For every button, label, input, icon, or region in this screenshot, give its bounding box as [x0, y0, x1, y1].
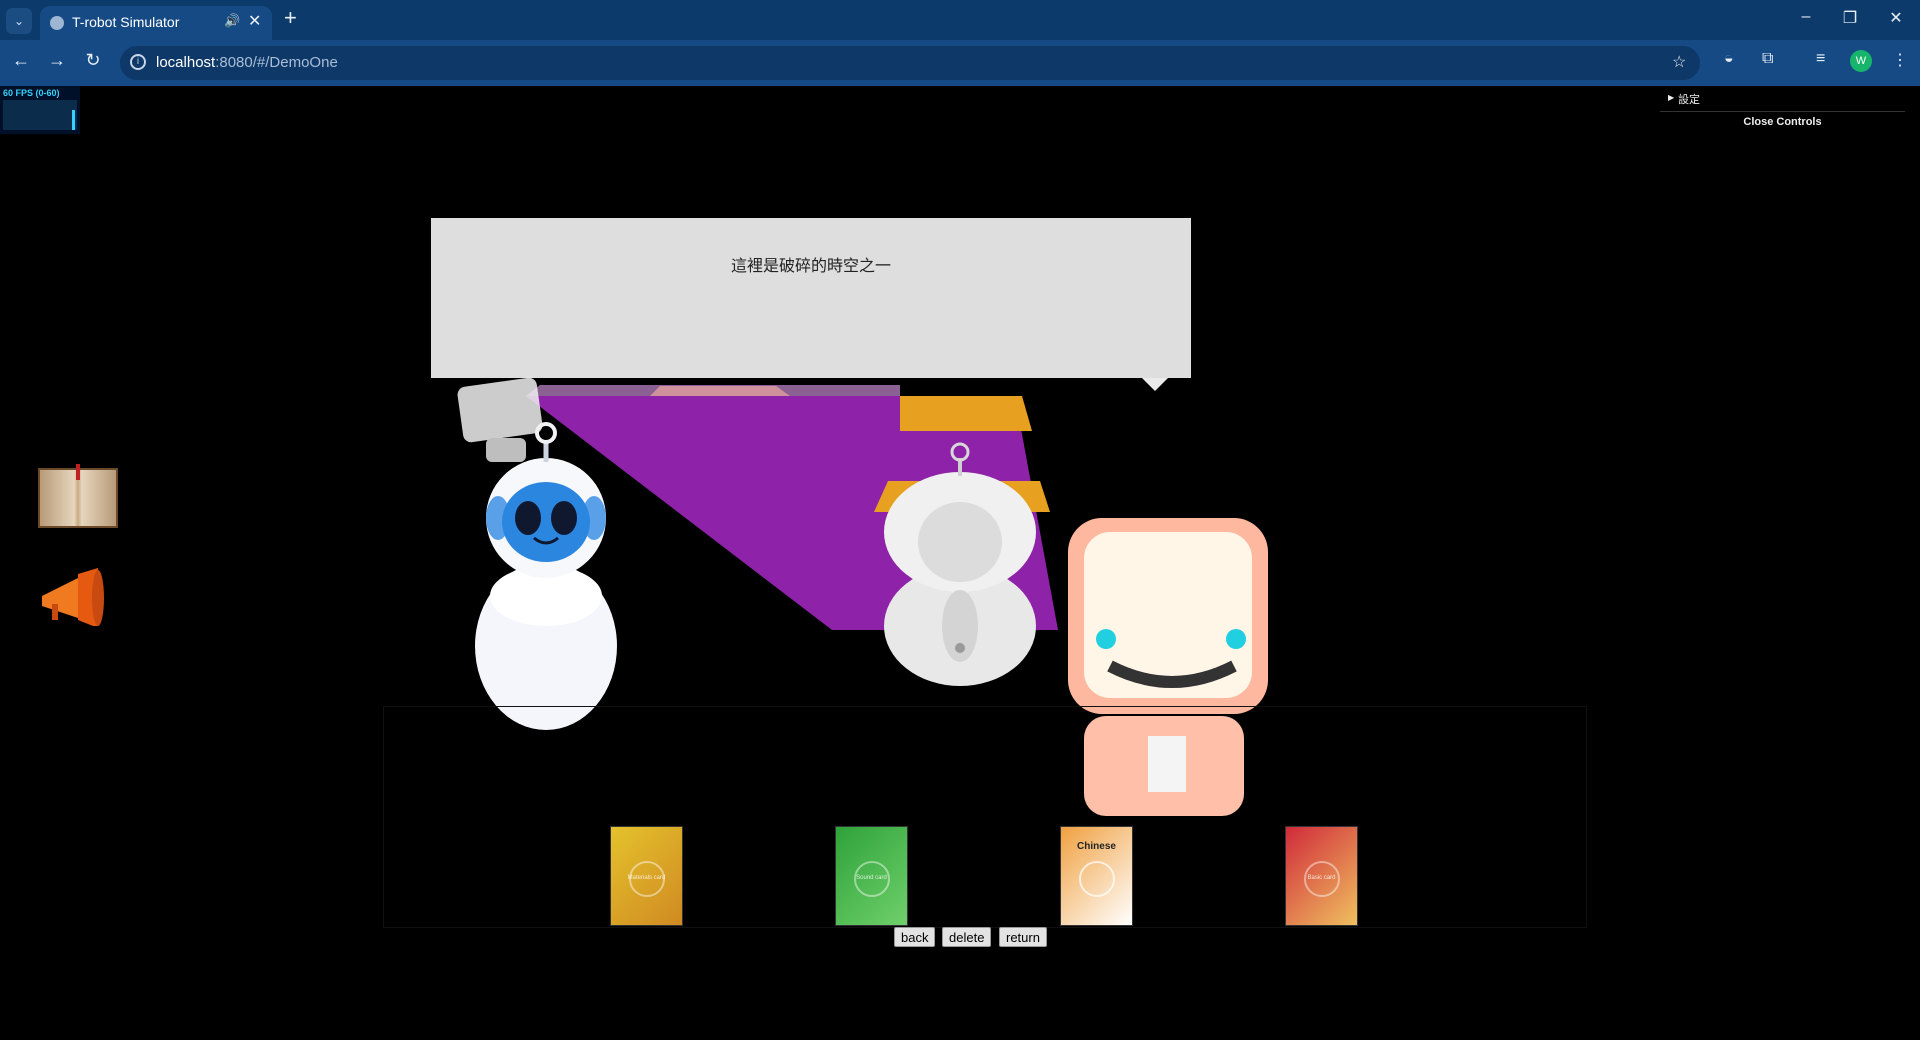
floor-far-edge — [526, 385, 900, 396]
book-ribbon — [76, 464, 80, 480]
speech-text: 這裡是破碎的時空之一 — [730, 256, 891, 275]
card-sub-label: Sound card — [856, 875, 887, 881]
restore-icon[interactable]: ❐ — [1830, 8, 1870, 28]
fps-graph — [3, 100, 77, 130]
settings-folder-title: 設定 — [1678, 94, 1700, 106]
browser-tab-active[interactable]: T-robot Simulator 🔊 ✕ — [40, 6, 272, 40]
fps-label: 60 FPS (0-60) — [3, 88, 60, 98]
window-close-icon[interactable]: ✕ — [1876, 8, 1916, 28]
kebab-menu-icon[interactable]: ⋮ — [1892, 50, 1908, 70]
card-materials[interactable]: Materials card — [610, 826, 683, 926]
card-chinese[interactable]: Chinese — [1060, 826, 1133, 926]
book-icon[interactable] — [38, 464, 118, 528]
card-sub-label: Materials card — [627, 875, 666, 881]
minimize-icon[interactable]: – — [1786, 8, 1826, 26]
robot-small-bg — [457, 377, 543, 462]
globe-icon — [50, 16, 64, 30]
back-button[interactable]: back — [894, 927, 936, 947]
bookmark-star-icon[interactable]: ☆ — [1672, 52, 1686, 72]
browser-tab-strip: ⌄ T-robot Simulator 🔊 ✕ + – ❐ ✕ — [0, 0, 1920, 40]
controls-panel: ▶ 設定 Close Controls — [1660, 86, 1905, 136]
site-info-icon[interactable]: i — [130, 54, 146, 70]
caret-right-icon: ▶ — [1668, 93, 1675, 102]
address-bar[interactable]: i localhost:8080/#/DemoOne — [120, 46, 1700, 80]
floor-stripe-orange-2 — [900, 396, 1032, 431]
card-sub-label: Basic card — [1307, 875, 1336, 881]
megaphone-icon[interactable] — [40, 566, 110, 626]
return-button[interactable]: return — [999, 927, 1047, 947]
puzzle-icon[interactable]: ⧉ — [1762, 50, 1773, 68]
delete-button[interactable]: delete — [942, 927, 992, 947]
extension-icon[interactable]: ◒ — [1724, 50, 1734, 68]
forward-arrow-icon[interactable]: → — [44, 50, 70, 71]
card-sound[interactable]: Sound card — [835, 826, 908, 926]
back-arrow-icon[interactable]: ← — [8, 50, 34, 71]
settings-folder[interactable]: ▶ 設定 — [1660, 88, 1905, 112]
card-title: Chinese — [1077, 841, 1116, 852]
media-controls-icon[interactable]: ≡ — [1816, 50, 1825, 68]
robot-blue — [475, 422, 617, 730]
close-controls-button[interactable]: Close Controls — [1660, 116, 1905, 128]
close-tab-icon[interactable]: ✕ — [248, 11, 261, 31]
fps-graph-bar — [72, 110, 75, 130]
tab-title: T-robot Simulator — [72, 14, 180, 30]
card-basic[interactable]: Basic card — [1285, 826, 1358, 926]
speech-bubble: 這裡是破碎的時空之一 — [431, 218, 1191, 378]
speech-bubble-tail — [1142, 378, 1168, 391]
tab-search-button[interactable]: ⌄ — [6, 8, 32, 34]
profile-avatar[interactable]: W — [1850, 50, 1872, 72]
new-tab-button[interactable]: + — [284, 5, 297, 31]
url-text: localhost:8080/#/DemoOne — [156, 54, 338, 71]
card-tray — [383, 706, 1587, 928]
simulator-canvas[interactable]: 60 FPS (0-60) ▶ 設定 Close Controls 這裡是破碎的… — [0, 86, 1920, 1040]
browser-toolbar: ← → ↻ i localhost:8080/#/DemoOne ☆ ◒ ⧉ ≡… — [0, 40, 1920, 86]
card-ring — [1079, 861, 1115, 897]
fps-stats-panel[interactable]: 60 FPS (0-60) — [0, 86, 80, 134]
speaker-icon[interactable]: 🔊 — [224, 13, 240, 29]
reload-icon[interactable]: ↻ — [80, 50, 106, 71]
